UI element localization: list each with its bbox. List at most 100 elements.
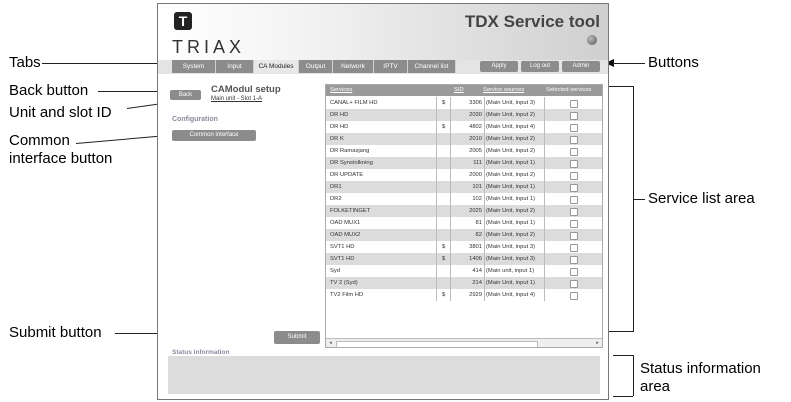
select-service-checkbox[interactable] [570, 124, 578, 132]
scroll-left-icon[interactable]: ◂ [327, 340, 334, 347]
table-row: OAD MUX1 81 (Main Unit, input 1) [326, 217, 602, 229]
scroll-right-icon[interactable]: ▸ [594, 340, 601, 347]
column-divider [484, 121, 485, 133]
scrambled-mark: $ [442, 256, 446, 262]
admin-button[interactable]: Admin [562, 61, 600, 72]
scroll-thumb[interactable] [336, 341, 538, 347]
column-divider [544, 121, 545, 133]
column-divider [436, 229, 437, 241]
select-service-checkbox[interactable] [570, 100, 578, 108]
select-service-checkbox[interactable] [570, 136, 578, 144]
select-service-checkbox[interactable] [570, 232, 578, 240]
logout-button[interactable]: Log out [521, 61, 559, 72]
select-service-checkbox[interactable] [570, 208, 578, 216]
callout-status-bottom [613, 396, 633, 397]
select-service-checkbox[interactable] [570, 220, 578, 228]
scrambled-mark: $ [442, 100, 446, 106]
tdx-app-window: T TRIAX TDX Service tool System Input CA… [157, 3, 609, 400]
status-led-icon [587, 35, 597, 45]
service-name: TV 2 (Syd) [330, 280, 358, 286]
configuration-heading: Configuration [172, 116, 218, 123]
column-divider [484, 265, 485, 277]
select-service-checkbox[interactable] [570, 184, 578, 192]
column-divider [484, 253, 485, 265]
column-divider [450, 289, 451, 301]
scrambled-mark: $ [442, 244, 446, 250]
column-divider [436, 97, 437, 109]
service-source: (Main Unit, input 2) [486, 208, 535, 214]
horizontal-scrollbar[interactable]: ◂ ▸ [326, 338, 602, 347]
tab-ca-modules[interactable]: CA Modules [254, 60, 299, 73]
tab-channel-list[interactable]: Channel list [408, 60, 456, 73]
column-divider [450, 229, 451, 241]
submit-button[interactable]: Submit [274, 331, 320, 344]
service-source: (Main Unit, input 1) [486, 280, 535, 286]
table-row: DR K 2010 (Main Unit, input 2) [326, 133, 602, 145]
brand-name: TRIAX [172, 37, 246, 57]
callout-status-info-line2: area [640, 378, 671, 395]
page-title: CAModul setup [211, 84, 281, 95]
service-sid: 4802 [469, 124, 482, 130]
service-list-header: Services SID Service sources Selected se… [326, 85, 602, 96]
select-service-checkbox[interactable] [570, 292, 578, 300]
app-header: T TRIAX TDX Service tool [158, 4, 608, 60]
column-divider [450, 253, 451, 265]
table-row: OAD MUX2 82 (Main Unit, input 2) [326, 229, 602, 241]
service-name: OAD MUX2 [330, 232, 361, 238]
table-row: DR Ramasjang 2005 (Main Unit, input 2) [326, 145, 602, 157]
service-source: (Main Unit, input 2) [486, 232, 535, 238]
callout-status-info-line1: Status information [640, 360, 761, 377]
tab-output[interactable]: Output [299, 60, 333, 73]
tab-iptv[interactable]: IPTV [374, 60, 408, 73]
column-divider [436, 253, 437, 265]
select-service-checkbox[interactable] [570, 160, 578, 168]
unit-slot-id[interactable]: Main unit - Slot 1-A [211, 96, 262, 102]
select-service-checkbox[interactable] [570, 148, 578, 156]
column-divider [436, 241, 437, 253]
tab-input[interactable]: Input [216, 60, 254, 73]
callout-common-interface-line1: Common [9, 132, 70, 149]
apply-button[interactable]: Apply [480, 61, 518, 72]
service-sid: 2030 [469, 112, 482, 118]
header-sid[interactable]: SID [454, 85, 464, 96]
column-divider [450, 241, 451, 253]
column-divider [484, 109, 485, 121]
select-service-checkbox[interactable] [570, 268, 578, 276]
service-sid: 102 [472, 196, 482, 202]
service-name: DR UPDATE [330, 172, 364, 178]
select-service-checkbox[interactable] [570, 280, 578, 288]
column-divider [544, 241, 545, 253]
select-service-checkbox[interactable] [570, 112, 578, 120]
column-divider [484, 145, 485, 157]
service-sid: 81 [475, 220, 482, 226]
service-source: (Main unit, input 1) [486, 268, 535, 274]
column-divider [544, 157, 545, 169]
service-name: DR Synstolkning [330, 160, 373, 166]
select-service-checkbox[interactable] [570, 172, 578, 180]
tab-network[interactable]: Network [333, 60, 374, 73]
status-information-area [168, 356, 600, 394]
table-row: DR HD 2030 (Main Unit, input 2) [326, 109, 602, 121]
service-source: (Main Unit, input 3) [486, 244, 535, 250]
column-divider [484, 169, 485, 181]
callout-status-vline [633, 355, 634, 396]
service-name: DR HD [330, 124, 349, 130]
select-service-checkbox[interactable] [570, 196, 578, 204]
back-button[interactable]: Back [170, 90, 201, 100]
scrambled-mark: $ [442, 292, 446, 298]
header-service-sources[interactable]: Service sources [483, 85, 524, 96]
service-sid: 82 [475, 232, 482, 238]
column-divider [436, 109, 437, 121]
service-source: (Main Unit, input 2) [486, 148, 535, 154]
table-row: CANAL+ FILM HD $3306 (Main Unit, input 3) [326, 97, 602, 109]
column-divider [484, 241, 485, 253]
common-interface-button[interactable]: Common interface [172, 130, 256, 141]
service-name: FOLKETINGET [330, 208, 371, 214]
select-service-checkbox[interactable] [570, 244, 578, 252]
service-sid: 214 [472, 280, 482, 286]
tab-system[interactable]: System [172, 60, 216, 73]
column-divider [450, 181, 451, 193]
column-divider [450, 121, 451, 133]
select-service-checkbox[interactable] [570, 256, 578, 264]
header-services[interactable]: Services [330, 85, 352, 96]
